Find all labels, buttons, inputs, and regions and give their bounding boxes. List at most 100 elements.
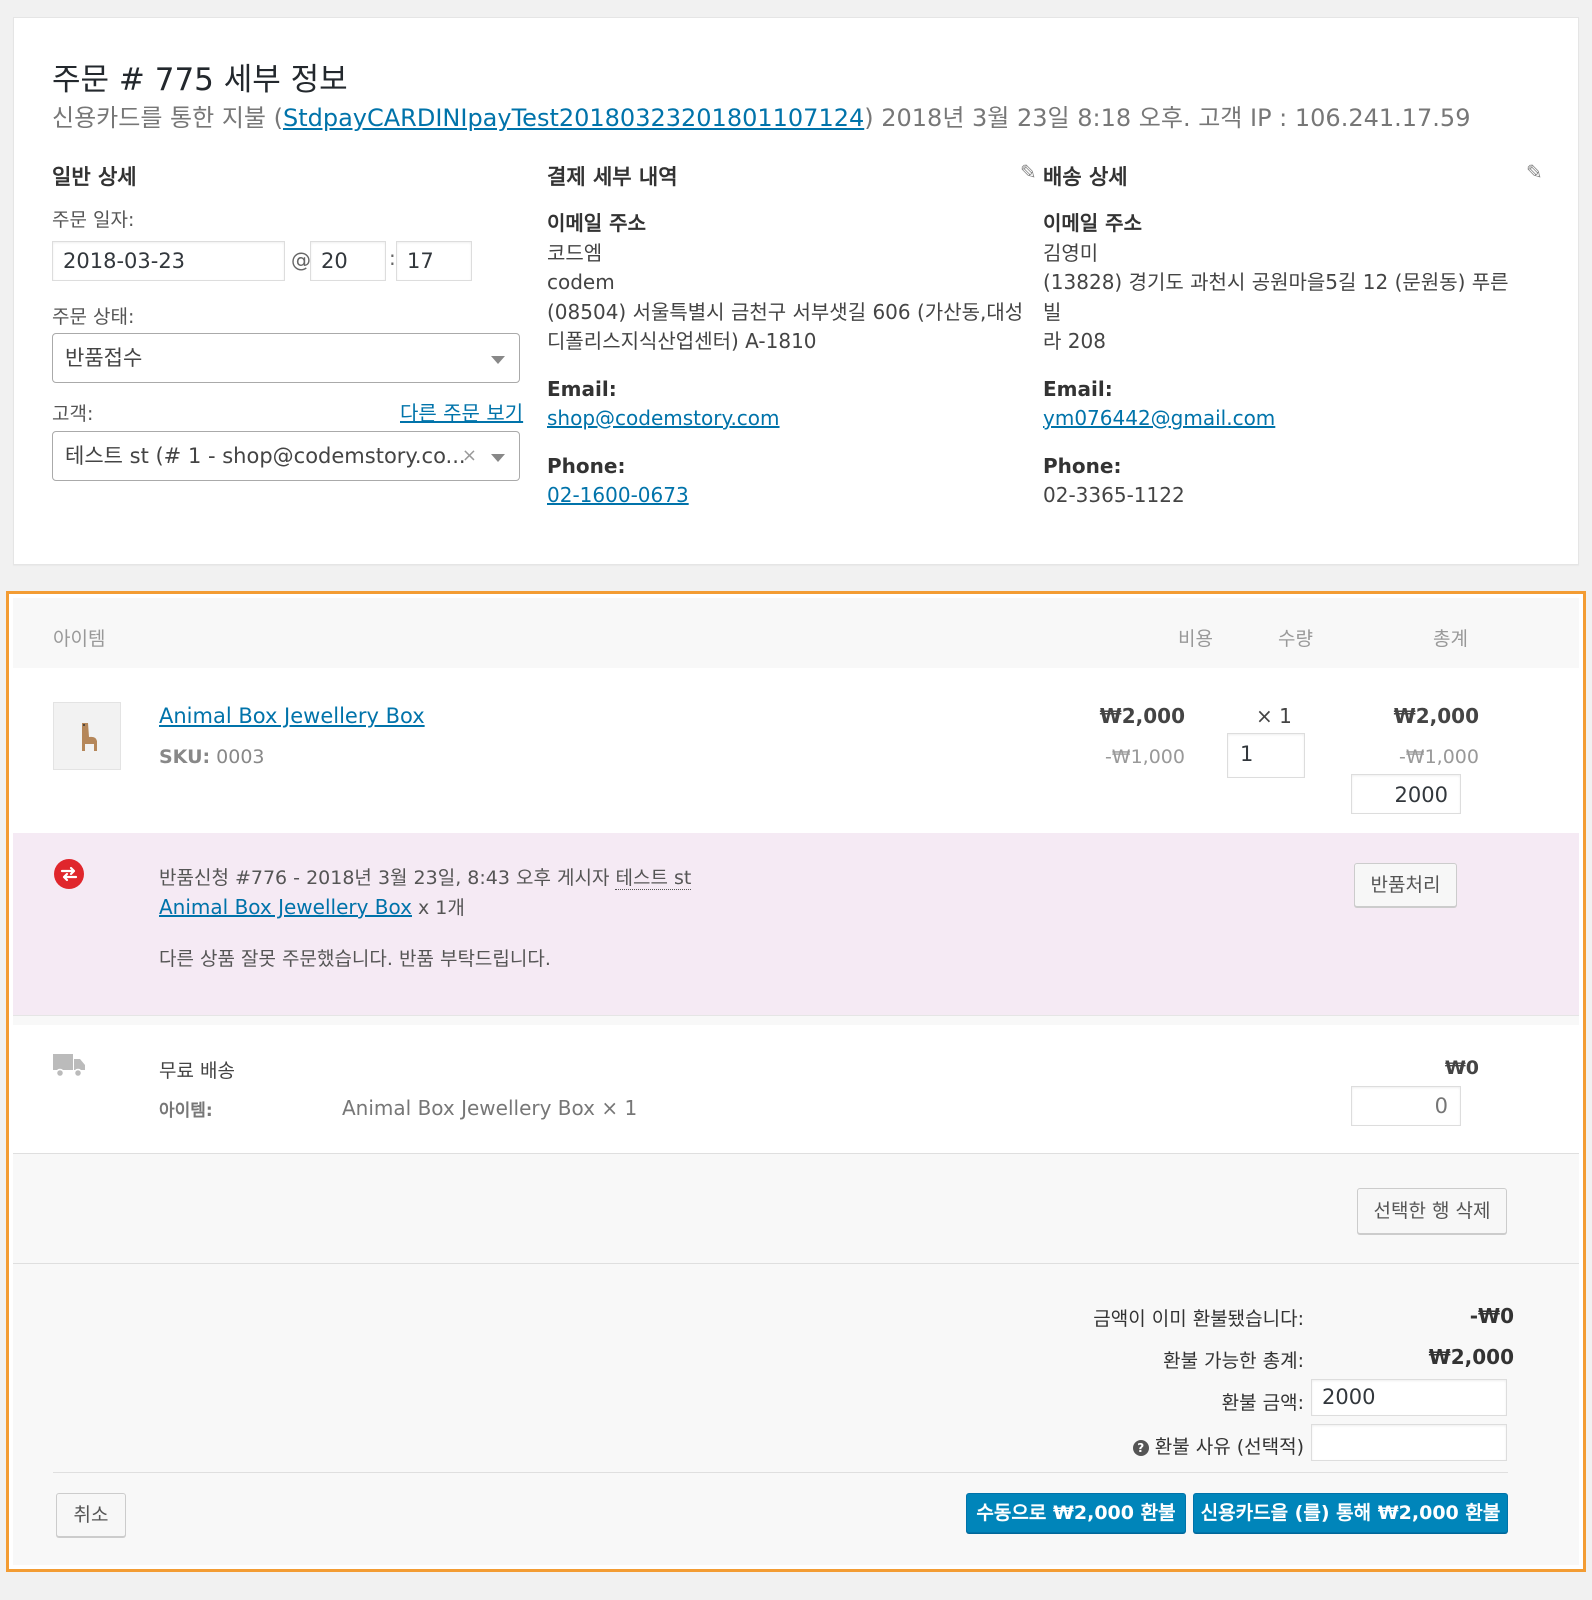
order-hour-input[interactable]: 20 bbox=[310, 241, 386, 281]
product-cost-refunded: -₩1,000 bbox=[1104, 746, 1185, 768]
customer-label: 고객: bbox=[52, 403, 94, 425]
at-sign: @ bbox=[291, 248, 311, 272]
truck-icon bbox=[53, 1054, 85, 1078]
product-qty: × 1 bbox=[1256, 704, 1292, 728]
shipping-phone: 02-3365-1122 bbox=[1043, 483, 1185, 507]
order-status-value: 반품접수 bbox=[65, 346, 143, 370]
refund-request-author: 테스트 st bbox=[615, 867, 692, 890]
shipping-address: 이메일 주소 김영미 (13828) 경기도 과천시 공원마을5길 12 (문원… bbox=[1043, 209, 1523, 511]
order-status-select[interactable]: 반품접수 bbox=[52, 333, 520, 383]
bulk-actions-area: 선택한 행 삭제 bbox=[13, 1153, 1579, 1263]
shipping-items-label: 아이템: bbox=[159, 1101, 213, 1121]
product-total-refunded: -₩1,000 bbox=[1398, 746, 1479, 768]
transaction-link[interactable]: StdpayCARDINIpayTest20180323201801107124 bbox=[283, 104, 864, 132]
product-thumbnail bbox=[53, 702, 121, 770]
col-qty-header: 수량 bbox=[1278, 628, 1313, 650]
order-date-input[interactable]: 2018-03-23 bbox=[52, 241, 285, 281]
refund-amount-input[interactable]: 2000 bbox=[1311, 1379, 1507, 1416]
shipping-column: 배송 상세 이메일 주소 김영미 (13828) 경기도 과천시 공원마을5길 … bbox=[1043, 161, 1523, 507]
items-table-header: 아이템 비용 수량 총계 bbox=[13, 598, 1579, 668]
payment-prefix: 신용카드를 통한 지불 ( bbox=[52, 104, 283, 132]
process-return-button[interactable]: 반품처리 bbox=[1354, 863, 1457, 907]
shipping-email-link[interactable]: ym076442@gmail.com bbox=[1043, 406, 1275, 430]
billing-address: 이메일 주소 코드엠 codem (08504) 서울특별시 금천구 서부샛길 … bbox=[547, 209, 1027, 511]
refund-totals-area: 금액이 이미 환불됐습니다: -₩0 환불 가능한 총계: ₩2,000 환불 … bbox=[13, 1263, 1579, 1565]
cancel-button[interactable]: 취소 bbox=[56, 1493, 126, 1537]
billing-email-address-label: 이메일 주소 bbox=[547, 211, 646, 235]
sku-value: 0003 bbox=[216, 746, 265, 768]
alpaca-icon bbox=[82, 723, 97, 751]
billing-phone-label: Phone: bbox=[547, 453, 626, 478]
refund-request-row: 반품신청 #776 - 2018년 3월 23일, 8:43 오후 게시자 테스… bbox=[13, 833, 1579, 1015]
col-total-header: 총계 bbox=[1433, 628, 1468, 650]
col-item-header: 아이템 bbox=[53, 628, 106, 650]
shipping-email-label: Email: bbox=[1043, 376, 1113, 401]
shipping-line: 김영미 bbox=[1043, 240, 1099, 265]
page-title: 주문 # 775 세부 정보 bbox=[52, 62, 348, 98]
billing-line: (08504) 서울특별시 금천구 서부샛길 606 (가산동,대성 bbox=[547, 299, 1024, 324]
delete-selected-rows-button[interactable]: 선택한 행 삭제 bbox=[1357, 1188, 1507, 1234]
refund-qty-input[interactable]: 1 bbox=[1227, 733, 1305, 778]
refund-reason-label: ? 환불 사유 (선택적) bbox=[1132, 1432, 1304, 1459]
col-cost-header: 비용 bbox=[1178, 628, 1213, 650]
refund-product-link[interactable]: Animal Box Jewellery Box bbox=[159, 895, 412, 919]
customer-select[interactable]: 테스트 st (# 1 - shop@codemstory.co... × bbox=[52, 431, 520, 481]
other-orders-link[interactable]: 다른 주문 보기 bbox=[400, 397, 523, 426]
shipping-line: (13828) 경기도 과천시 공원마을5길 12 (문원동) 푸른빌 bbox=[1043, 270, 1509, 324]
refund-request-product: Animal Box Jewellery Box x 1개 bbox=[159, 893, 465, 920]
order-status-label: 주문 상태: bbox=[52, 306, 135, 328]
refund-swap-icon bbox=[54, 859, 84, 889]
shipping-phone-label: Phone: bbox=[1043, 453, 1122, 478]
order-details-panel: 주문 # 775 세부 정보 신용카드를 통한 지불 (StdpayCARDIN… bbox=[13, 17, 1579, 565]
divider bbox=[53, 1472, 1508, 1473]
shipping-refund-input[interactable] bbox=[1351, 1086, 1461, 1126]
refund-product-qty: x 1개 bbox=[411, 897, 465, 919]
shipping-heading: 배송 상세 bbox=[1043, 165, 1128, 189]
order-subtitle: 신용카드를 통한 지불 (StdpayCARDINIpayTest2018032… bbox=[52, 98, 1470, 133]
product-total: ₩2,000 bbox=[1393, 704, 1479, 728]
refund-total-input[interactable]: 2000 bbox=[1351, 774, 1461, 814]
shipping-email-address-label: 이메일 주소 bbox=[1043, 211, 1142, 235]
manual-refund-button[interactable]: 수동으로 ₩2,000 환불 bbox=[966, 1493, 1186, 1533]
general-column: 일반 상세 주문 일자: 2018-03-23 @ 20 : 17 주문 상태:… bbox=[52, 161, 523, 481]
edit-shipping-pencil-icon[interactable]: ✎ bbox=[1526, 160, 1543, 184]
order-minute-input[interactable]: 17 bbox=[396, 241, 472, 281]
refund-request-meta: 반품신청 #776 - 2018년 3월 23일, 8:43 오후 게시자 bbox=[159, 867, 616, 889]
billing-email-link[interactable]: shop@codemstory.com bbox=[547, 406, 780, 430]
time-colon: : bbox=[389, 246, 396, 270]
billing-line: 코드엠 bbox=[547, 240, 603, 265]
billing-line: codem bbox=[547, 270, 615, 294]
customer-value: 테스트 st (# 1 - shop@codemstory.co... bbox=[65, 444, 466, 468]
order-meta: ) 2018년 3월 23일 8:18 오후. 고객 IP : 106.241.… bbox=[864, 104, 1471, 132]
clear-icon[interactable]: × bbox=[462, 432, 477, 480]
already-refunded-value: -₩0 bbox=[1469, 1304, 1514, 1328]
shipping-items-value: Animal Box Jewellery Box × 1 bbox=[342, 1096, 638, 1120]
row-divider bbox=[13, 1015, 1579, 1025]
order-items-panel: 아이템 비용 수량 총계 Animal Box Jewellery Box SK… bbox=[6, 591, 1586, 1572]
sku-label: SKU: bbox=[159, 746, 211, 768]
chevron-down-icon bbox=[491, 454, 505, 462]
refundable-total-label: 환불 가능한 총계: bbox=[1163, 1350, 1304, 1372]
product-sku: SKU: 0003 bbox=[159, 746, 265, 768]
product-link[interactable]: Animal Box Jewellery Box bbox=[159, 704, 425, 728]
refundable-total-value: ₩2,000 bbox=[1428, 1345, 1514, 1369]
chevron-down-icon bbox=[491, 356, 505, 364]
shipping-line: 라 208 bbox=[1043, 329, 1106, 353]
refund-amount-label: 환불 금액: bbox=[1221, 1392, 1304, 1414]
refund-request-title: 반품신청 #776 - 2018년 3월 23일, 8:43 오후 게시자 테스… bbox=[159, 863, 692, 890]
refund-reason-input[interactable] bbox=[1311, 1424, 1507, 1461]
help-icon[interactable]: ? bbox=[1132, 1439, 1149, 1456]
order-date-label: 주문 일자: bbox=[52, 209, 135, 231]
billing-column: 결제 세부 내역 이메일 주소 코드엠 codem (08504) 서울특별시 … bbox=[547, 161, 1023, 507]
edit-billing-pencil-icon[interactable]: ✎ bbox=[1020, 160, 1037, 184]
card-refund-button[interactable]: 신용카드을 (를) 통해 ₩2,000 환불 bbox=[1193, 1493, 1508, 1533]
refund-reason-text: 환불 사유 (선택적) bbox=[1154, 1436, 1304, 1458]
billing-heading: 결제 세부 내역 bbox=[547, 165, 678, 189]
billing-email-label: Email: bbox=[547, 376, 617, 401]
general-heading: 일반 상세 bbox=[52, 165, 137, 189]
shipping-total: ₩0 bbox=[1444, 1057, 1479, 1079]
refund-request-message: 다른 상품 잘못 주문했습니다. 반품 부탁드립니다. bbox=[159, 948, 551, 970]
billing-phone-link[interactable]: 02-1600-0673 bbox=[547, 483, 689, 507]
product-cost: ₩2,000 bbox=[1099, 704, 1185, 728]
already-refunded-label: 금액이 이미 환불됐습니다: bbox=[1093, 1308, 1304, 1330]
